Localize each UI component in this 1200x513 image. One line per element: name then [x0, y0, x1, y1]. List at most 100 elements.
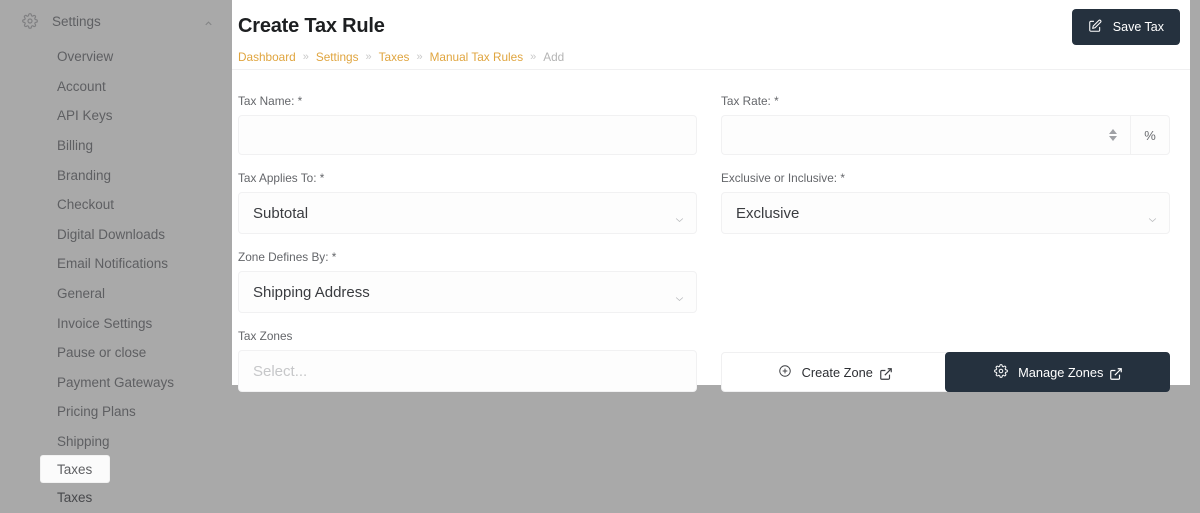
zone-defines-by-label: Zone Defines By: * [238, 250, 697, 264]
field-tax-name: Tax Name: * [238, 94, 709, 155]
field-spacer [709, 250, 1180, 313]
breadcrumb-separator: » [530, 51, 536, 63]
sidebar-item-label: General [57, 286, 105, 301]
sidebar-item-digital-downloads[interactable]: Digital Downloads [0, 220, 232, 250]
save-tax-label: Save Tax [1113, 20, 1164, 34]
required-marker: * [320, 171, 325, 185]
gear-icon [22, 13, 38, 29]
field-exclusive-or-inclusive: Exclusive or Inclusive: * Exclusive [709, 171, 1180, 234]
chevron-down-icon [1148, 210, 1157, 216]
sidebar-menu: Overview Account API Keys Billing Brandi… [0, 42, 232, 512]
sidebar-item-checkout[interactable]: Checkout [0, 190, 232, 220]
spinner-down-arrow[interactable] [1109, 136, 1117, 141]
field-tax-applies-to: Tax Applies To: * Subtotal [238, 171, 709, 234]
tax-rate-label: Tax Rate: * [721, 94, 1170, 108]
gear-icon [994, 364, 1008, 381]
sidebar-item-label: Pause or close [57, 345, 146, 360]
sidebar-section-settings[interactable]: Settings [0, 6, 232, 36]
breadcrumb-separator: » [416, 51, 422, 63]
sidebar-item-label: Taxes [57, 462, 92, 477]
field-zone-actions: Create Zone [709, 329, 1180, 392]
create-zone-button[interactable]: Create Zone [721, 352, 947, 392]
sidebar-item-general[interactable]: General [0, 279, 232, 309]
zone-defines-by-value: Shipping Address [253, 284, 370, 301]
tax-rate-label-text: Tax Rate: [721, 94, 771, 108]
sidebar-item-pause-or-close[interactable]: Pause or close [0, 338, 232, 368]
sidebar-item-label: API Keys [57, 108, 113, 123]
panel-header: Create Tax Rule Dashboard » Settings » T… [232, 0, 1190, 70]
manage-zones-label: Manage Zones [1018, 365, 1103, 380]
sidebar-item-label: Billing [57, 138, 93, 153]
sidebar-section-label: Settings [52, 14, 203, 29]
tax-name-input[interactable] [238, 115, 697, 155]
zone-defines-by-select[interactable]: Shipping Address [238, 271, 697, 313]
sidebar-item-payment-gateways[interactable]: Payment Gateways [0, 368, 232, 398]
tax-rule-form: Tax Name: * Tax Rate: * [232, 70, 1190, 408]
exclusive-or-inclusive-value: Exclusive [736, 205, 799, 222]
required-marker: * [774, 94, 779, 108]
create-tax-rule-panel: Create Tax Rule Dashboard » Settings » T… [232, 0, 1190, 385]
breadcrumb: Dashboard » Settings » Taxes » Manual Ta… [238, 50, 1170, 64]
required-marker: * [332, 250, 337, 264]
sidebar-item-email-notifications[interactable]: Email Notifications [0, 249, 232, 279]
manage-zones-button[interactable]: Manage Zones [945, 352, 1171, 392]
sidebar-item-label: Invoice Settings [57, 316, 152, 331]
field-tax-rate: Tax Rate: * % [709, 94, 1180, 155]
exclusive-or-inclusive-label: Exclusive or Inclusive: * [721, 171, 1170, 185]
sidebar-item-billing[interactable]: Billing [0, 131, 232, 161]
tax-zones-select[interactable]: Select... [238, 350, 697, 392]
exclusive-or-inclusive-select[interactable]: Exclusive [721, 192, 1170, 234]
sidebar-item-branding[interactable]: Branding [0, 160, 232, 190]
save-tax-button[interactable]: Save Tax [1072, 9, 1180, 45]
sidebar-item-pricing-plans[interactable]: Pricing Plans [0, 397, 232, 427]
zone-defines-by-label-text: Zone Defines By: [238, 250, 329, 264]
required-marker: * [298, 94, 303, 108]
sidebar-item-label: Checkout [57, 197, 114, 212]
breadcrumb-separator: » [303, 51, 309, 63]
tax-applies-to-label-text: Tax Applies To: [238, 171, 316, 185]
sidebar-item-shipping[interactable]: Shipping [0, 427, 232, 457]
field-zone-defines-by: Zone Defines By: * Shipping Address [238, 250, 709, 313]
updown-spinner-icon[interactable] [1104, 125, 1122, 145]
sidebar-item-label: Account [57, 79, 106, 94]
sidebar-item-label: Branding [57, 168, 111, 183]
sidebar-item-label: Digital Downloads [57, 227, 165, 242]
chevron-down-icon [675, 210, 684, 216]
sidebar-item-label: Payment Gateways [57, 375, 174, 390]
sidebar-item-invoice-settings[interactable]: Invoice Settings [0, 308, 232, 338]
tax-applies-to-value: Subtotal [253, 205, 308, 222]
sidebar-item-account[interactable]: Account [0, 72, 232, 102]
page-title: Create Tax Rule [238, 14, 1170, 38]
breadcrumb-separator: » [365, 51, 371, 63]
sidebar-item-api-keys[interactable]: API Keys [0, 101, 232, 131]
tax-zones-label: Tax Zones [238, 329, 697, 343]
tax-zones-label-text: Tax Zones [238, 329, 292, 343]
sidebar: Settings Overview Account API Keys Billi… [0, 0, 232, 513]
sidebar-item-label: Overview [57, 49, 113, 64]
sidebar-item-overview[interactable]: Overview [0, 42, 232, 72]
field-tax-zones: Tax Zones Select... [238, 329, 709, 392]
breadcrumb-dashboard[interactable]: Dashboard [238, 50, 296, 64]
create-zone-label-wrap: Create Zone [802, 365, 890, 380]
tax-applies-to-label: Tax Applies To: * [238, 171, 697, 185]
breadcrumb-manual-tax-rules[interactable]: Manual Tax Rules [430, 50, 524, 64]
sidebar-item-taxes[interactable]: Taxes [41, 456, 109, 482]
chevron-up-icon[interactable] [203, 16, 214, 27]
exclusive-or-inclusive-label-text: Exclusive or Inclusive: [721, 171, 837, 185]
edit-square-icon [1088, 19, 1102, 36]
sidebar-item-label: Taxes [57, 490, 92, 505]
chevron-down-icon [675, 289, 684, 295]
required-marker: * [840, 171, 845, 185]
external-link-icon [1109, 367, 1120, 378]
spinner-up-arrow[interactable] [1109, 129, 1117, 134]
tax-applies-to-select[interactable]: Subtotal [238, 192, 697, 234]
breadcrumb-settings[interactable]: Settings [316, 50, 359, 64]
external-link-icon [879, 367, 890, 378]
tax-rate-input[interactable] [722, 116, 1104, 154]
plus-circle-icon [778, 364, 792, 381]
breadcrumb-taxes[interactable]: Taxes [379, 50, 410, 64]
sidebar-item-taxes-secondary[interactable]: Taxes [0, 482, 232, 512]
tax-rate-group: % [721, 115, 1170, 155]
breadcrumb-add: Add [543, 50, 564, 64]
tax-name-label-text: Tax Name: [238, 94, 294, 108]
